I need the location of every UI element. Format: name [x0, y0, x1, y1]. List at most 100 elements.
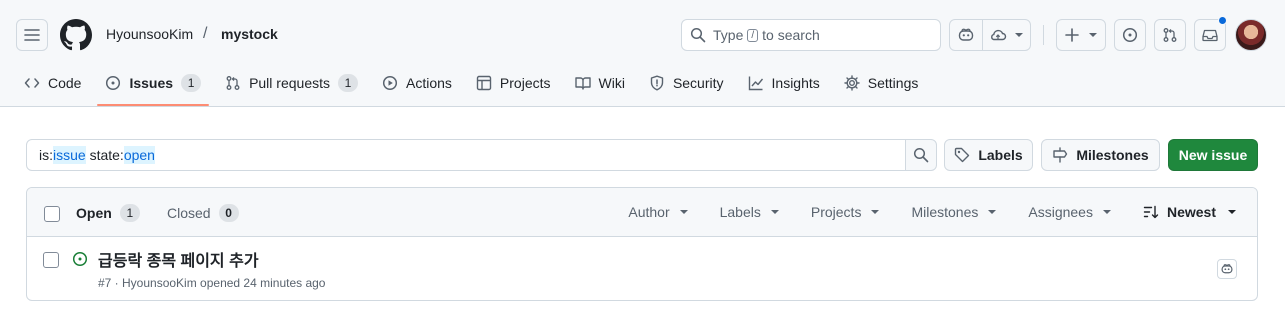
your-issues-button[interactable]: [1114, 19, 1146, 51]
issue-meta: #7 · HyounsooKim opened 24 minutes ago: [98, 276, 326, 290]
inbox-icon: [1202, 29, 1218, 42]
gear-icon: [844, 75, 860, 91]
book-icon: [574, 77, 591, 90]
list-filters: Author Labels Projects Milestones Assign…: [596, 204, 1236, 220]
issues-count-badge: 1: [181, 74, 202, 92]
milestones-filter[interactable]: Milestones: [911, 204, 997, 220]
pull-requests-count-badge: 1: [338, 74, 358, 92]
create-new-button[interactable]: [1056, 19, 1106, 51]
tab-settings[interactable]: Settings: [836, 66, 927, 100]
graph-icon: [748, 76, 763, 91]
issues-list: Open 1 Closed 0 Author Labels Projects M…: [26, 187, 1258, 301]
code-icon: [24, 78, 40, 88]
git-pull-request-icon: [1163, 28, 1177, 42]
filter-search-button[interactable]: [905, 139, 937, 171]
tab-actions[interactable]: Actions: [374, 66, 460, 100]
filter-label: Milestones: [911, 204, 979, 220]
breadcrumb-repo[interactable]: mystock: [221, 26, 278, 42]
labels-filter[interactable]: Labels: [720, 204, 779, 220]
closed-label: Closed: [167, 205, 211, 221]
copilot-icon: [958, 28, 973, 41]
closed-count-badge: 0: [218, 204, 239, 222]
issues-filter-input[interactable]: is: issue state: open: [26, 139, 906, 171]
github-logo-icon[interactable]: [60, 19, 92, 51]
repo-nav: Code Issues 1 Pull requests 1 Actions Pr…: [16, 66, 934, 106]
tab-wiki[interactable]: Wiki: [567, 66, 633, 100]
search-shortcut-key: /: [747, 28, 759, 42]
tab-security[interactable]: Security: [641, 66, 732, 100]
assignees-filter[interactable]: Assignees: [1028, 204, 1111, 220]
filter-label: Projects: [810, 204, 862, 220]
search-suffix: to search: [762, 27, 820, 43]
breadcrumb-separator: /: [203, 25, 208, 42]
copilot-button[interactable]: [950, 20, 983, 50]
tab-insights[interactable]: Insights: [740, 66, 828, 100]
sort-dropdown[interactable]: Newest: [1143, 204, 1236, 220]
global-search-input[interactable]: Type / to search: [681, 19, 941, 51]
tab-projects[interactable]: Projects: [468, 66, 559, 100]
app-header: HyounsooKim / mystock Type / to search C…: [0, 0, 1285, 107]
tab-label: Projects: [499, 75, 551, 91]
milestone-icon: [1053, 147, 1068, 163]
tab-label: Security: [672, 75, 724, 91]
issue-opened-icon: [72, 251, 88, 267]
search-icon: [913, 147, 929, 163]
list-item[interactable]: 급등락 종목 페이지 추가 #7 · HyounsooKim opened 24…: [27, 237, 1257, 300]
open-count-badge: 1: [119, 204, 140, 222]
milestones-button-label: Milestones: [1076, 147, 1149, 163]
tab-issues[interactable]: Issues 1: [97, 66, 209, 106]
tag-icon: [955, 147, 970, 163]
notification-indicator: [1218, 16, 1227, 25]
search-prefix: Type: [713, 27, 744, 43]
breadcrumb-owner[interactable]: HyounsooKim: [106, 26, 193, 42]
hamburger-icon: [24, 29, 40, 41]
projects-filter[interactable]: Projects: [811, 204, 880, 220]
tab-label: Issues: [129, 75, 174, 91]
sort-desc-icon: [1143, 205, 1159, 219]
plus-icon: [1065, 28, 1079, 42]
chevron-down-icon: [770, 210, 779, 214]
filter-label: Author: [628, 204, 670, 220]
new-issue-button[interactable]: New issue: [1168, 139, 1258, 171]
menu-button[interactable]: [16, 19, 48, 51]
chevron-down-icon: [1089, 33, 1097, 37]
tab-code[interactable]: Code: [16, 66, 89, 100]
tab-pull-requests[interactable]: Pull requests 1: [217, 66, 366, 100]
filter-label: Labels: [719, 204, 761, 220]
closed-issues-toggle[interactable]: Closed 0: [167, 204, 239, 222]
open-label: Open: [76, 205, 112, 221]
milestones-button[interactable]: Milestones: [1041, 139, 1160, 171]
copilot-button-group: [949, 19, 1031, 51]
search-icon: [690, 27, 706, 43]
filter-qualifier-value: open: [123, 146, 155, 164]
play-icon: [382, 75, 398, 91]
labels-button-label: Labels: [978, 147, 1023, 163]
tab-label: Wiki: [598, 75, 625, 91]
chevron-down-icon: [988, 210, 997, 214]
filter-qualifier-value: issue: [53, 146, 86, 164]
cloud-icon: [991, 29, 1007, 41]
copilot-icon: [1221, 264, 1233, 274]
filter-label: Assignees: [1028, 204, 1093, 220]
tab-label: Actions: [406, 75, 452, 91]
tab-label: Settings: [867, 75, 919, 91]
open-issues-toggle[interactable]: Open 1: [76, 204, 140, 222]
filter-qualifier-key: is:: [39, 147, 53, 163]
your-pull-requests-button[interactable]: [1154, 19, 1186, 51]
chevron-down-icon: [1102, 210, 1111, 214]
copilot-menu-button[interactable]: [983, 20, 1030, 50]
select-all-checkbox[interactable]: [44, 206, 60, 222]
issue-opened-icon: [106, 75, 121, 91]
issue-title[interactable]: 급등락 종목 페이지 추가: [98, 247, 259, 271]
labels-button[interactable]: Labels: [944, 139, 1033, 171]
git-pull-request-icon: [226, 76, 240, 90]
avatar[interactable]: [1235, 19, 1267, 51]
chevron-down-icon: [1015, 33, 1024, 37]
filter-qualifier-key: state:: [85, 147, 124, 163]
sort-label: Newest: [1166, 204, 1216, 220]
issue-opened-icon: [1122, 27, 1138, 43]
shield-icon: [650, 75, 664, 91]
author-filter[interactable]: Author: [628, 204, 688, 220]
assign-copilot-button[interactable]: [1217, 259, 1237, 279]
issue-checkbox[interactable]: [43, 252, 59, 268]
